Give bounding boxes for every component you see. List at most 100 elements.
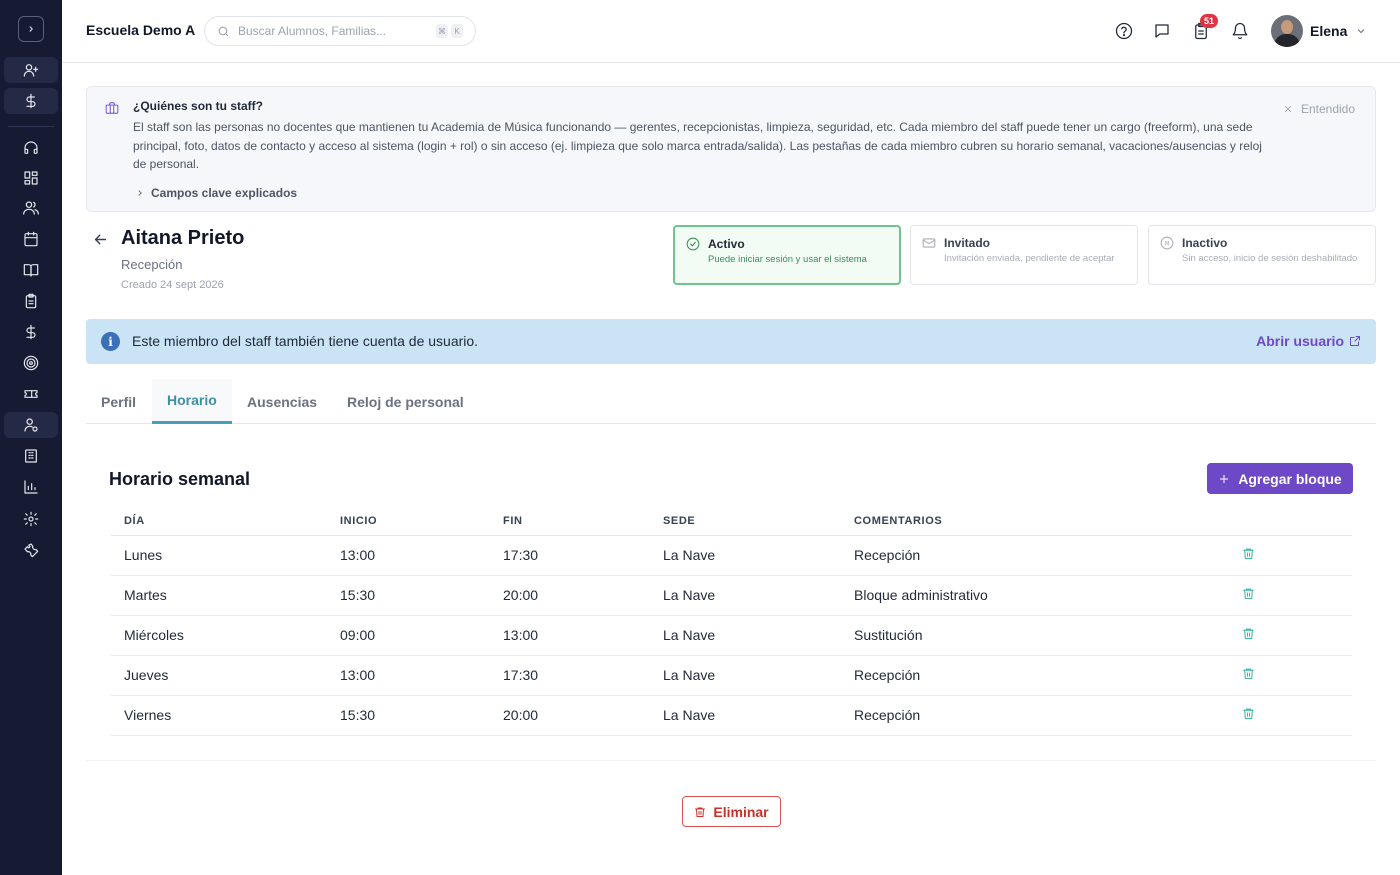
status-title: Activo	[708, 237, 745, 251]
add-block-label: Agregar bloque	[1238, 470, 1342, 487]
search-icon	[218, 26, 229, 36]
cell-day: Miércoles	[111, 615, 327, 656]
cell-location: La Nave	[650, 655, 841, 696]
sidebar-item-staff[interactable]	[4, 412, 58, 438]
sidebar-item-attendance[interactable]	[4, 288, 58, 314]
building-icon	[25, 449, 37, 463]
status-description: Invitación enviada, pendiente de aceptar	[944, 253, 1115, 264]
headset-icon	[24, 141, 38, 154]
shortcut-key-k: K	[451, 24, 463, 38]
alert-text: Este miembro del staff también tiene cue…	[132, 333, 479, 349]
messages-button[interactable]	[1152, 21, 1172, 41]
help-button[interactable]	[1114, 21, 1134, 41]
cell-location: La Nave	[650, 615, 841, 656]
dashboard-icon	[24, 171, 38, 185]
sidebar-item-finance[interactable]	[4, 319, 58, 345]
delete-staff-button[interactable]: Eliminar	[682, 796, 781, 827]
sidebar-item-dashboard[interactable]	[4, 165, 58, 191]
user-plus-icon	[23, 64, 39, 77]
sidebar-item-reports[interactable]	[4, 474, 58, 500]
status-option-invited[interactable]: Invitado Invitación enviada, pendiente d…	[910, 225, 1138, 285]
cell-end: 20:00	[490, 575, 650, 616]
trash-icon	[695, 807, 706, 817]
sidebar-item-goals[interactable]	[4, 350, 58, 376]
staff-created-date: Creado 24 sept 2026	[121, 279, 224, 291]
sidebar	[0, 0, 62, 875]
tab-ausencias[interactable]: Ausencias	[232, 379, 332, 424]
sidebar-item-support[interactable]	[4, 135, 58, 161]
cell-location: La Nave	[650, 535, 841, 576]
delete-row-button[interactable]	[1242, 707, 1255, 723]
cell-end: 13:00	[490, 615, 650, 656]
sidebar-item-tickets[interactable]	[4, 381, 58, 407]
cell-actions	[1229, 575, 1352, 616]
delete-row-button[interactable]	[1242, 627, 1255, 643]
staff-info-card: ¿Quiénes son tu staff? El staff son las …	[86, 86, 1376, 212]
sidebar-item-add-student[interactable]	[4, 57, 58, 83]
delete-row-button[interactable]	[1242, 587, 1255, 603]
add-block-button[interactable]: Agregar bloque	[1207, 463, 1353, 494]
cell-start: 09:00	[327, 615, 490, 656]
column-header-actions	[1229, 507, 1352, 536]
briefcase-icon	[105, 101, 119, 120]
staff-role: Recepción	[121, 257, 183, 272]
table-header-row: DÍA INICIO FIN SEDE COMENTARIOS	[111, 507, 1352, 536]
status-option-active[interactable]: Activo Puede iniciar sesión y usar el si…	[673, 225, 901, 285]
cell-comment: Recepción	[841, 655, 1229, 696]
back-button[interactable]	[92, 231, 109, 253]
key-fields-expander[interactable]: Campos clave explicados	[135, 186, 297, 200]
cell-start: 15:30	[327, 575, 490, 616]
info-icon: i	[101, 332, 120, 351]
trash-icon	[1243, 668, 1254, 679]
school-name[interactable]: Escuela Demo A	[86, 22, 195, 38]
sidebar-item-settings[interactable]	[4, 506, 58, 532]
delete-row-button[interactable]	[1242, 547, 1255, 563]
cell-end: 20:00	[490, 695, 650, 736]
column-header-location: SEDE	[650, 507, 841, 536]
table-row: Martes 15:30 20:00 La Nave Bloque admini…	[111, 575, 1352, 616]
trash-icon	[1243, 628, 1254, 639]
search-input[interactable]: Buscar Alumnos, Familias... ⌘ K	[204, 16, 476, 46]
sidebar-item-payment[interactable]	[4, 88, 58, 114]
sidebar-item-locations[interactable]	[4, 443, 58, 469]
tab-reloj-de-personal[interactable]: Reloj de personal	[332, 379, 479, 424]
user-menu-toggle[interactable]	[1355, 24, 1367, 42]
sidebar-toggle-button[interactable]	[18, 16, 44, 42]
cell-day: Lunes	[111, 535, 327, 576]
cell-location: La Nave	[650, 575, 841, 616]
tab-perfil[interactable]: Perfil	[86, 379, 151, 424]
staff-name: Aitana Prieto	[121, 227, 245, 249]
cell-actions	[1229, 695, 1352, 736]
status-description: Sin acceso, inicio de sesión deshabilita…	[1182, 253, 1358, 264]
book-icon	[23, 264, 39, 277]
info-card-body: El staff son las personas no docentes qu…	[133, 120, 1262, 171]
delete-staff-label: Eliminar	[713, 803, 769, 820]
schedule-title: Horario semanal	[109, 469, 251, 489]
cell-end: 17:30	[490, 655, 650, 696]
avatar-body	[1274, 34, 1300, 47]
user-account-alert: i Este miembro del staff también tiene c…	[86, 319, 1376, 364]
notification-count-badge: 51	[1200, 14, 1219, 28]
column-header-end: FIN	[490, 507, 650, 536]
chat-icon	[1155, 24, 1169, 38]
dismiss-button[interactable]: Entendido	[1283, 102, 1355, 116]
sidebar-item-tools[interactable]	[4, 537, 58, 563]
info-card-title: ¿Quiénes son tu staff?	[133, 99, 264, 113]
sidebar-item-library[interactable]	[4, 257, 58, 283]
open-user-link[interactable]: Abrir usuario	[1256, 333, 1361, 349]
staff-icon	[24, 418, 38, 432]
tab-horario[interactable]: Horario	[152, 379, 232, 424]
sidebar-item-calendar[interactable]	[4, 226, 58, 252]
delete-row-button[interactable]	[1242, 667, 1255, 683]
status-option-inactive[interactable]: Inactivo Sin acceso, inicio de sesión de…	[1148, 225, 1376, 285]
cell-day: Jueves	[111, 655, 327, 696]
cell-comment: Recepción	[841, 695, 1229, 736]
user-name[interactable]: Elena	[1310, 23, 1347, 39]
avatar[interactable]	[1271, 15, 1303, 47]
search-placeholder: Buscar Alumnos, Familias...	[238, 24, 387, 38]
ticket-icon	[24, 390, 38, 398]
notifications-button[interactable]	[1230, 21, 1250, 41]
avatar-head	[1281, 20, 1293, 34]
cell-start: 13:00	[327, 655, 490, 696]
sidebar-item-users[interactable]	[4, 195, 58, 221]
